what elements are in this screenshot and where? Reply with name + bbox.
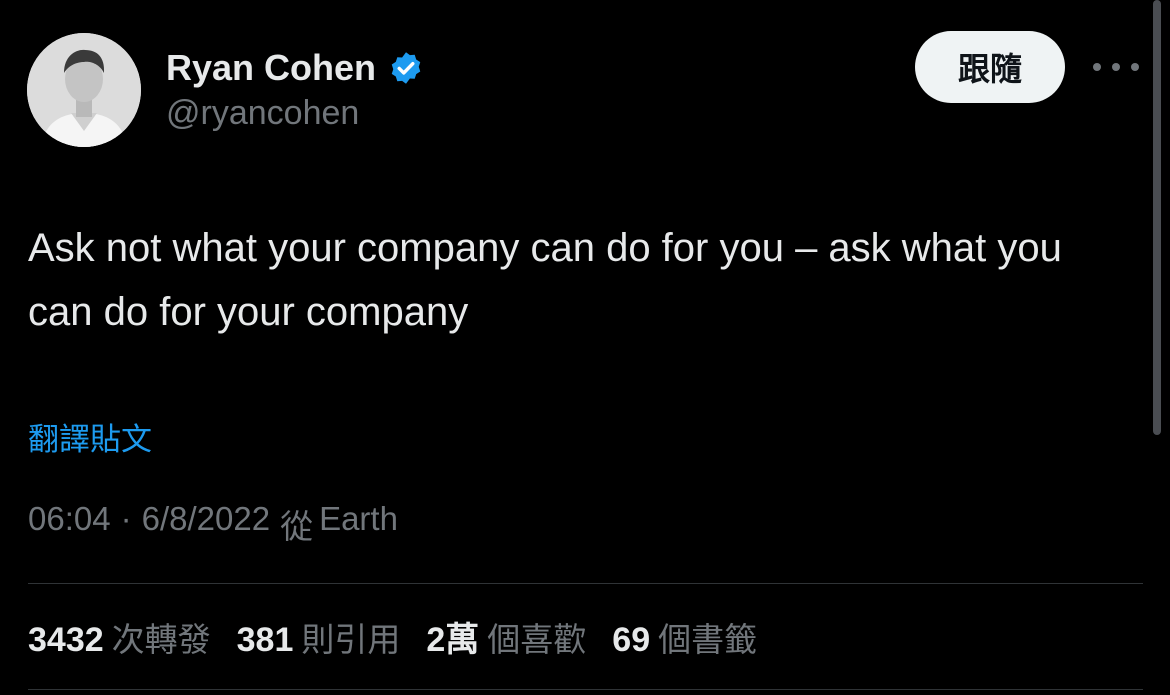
tweet-meta: 06:04 · 6/8/2022 從 Earth [28,500,398,548]
engagement-stats: 3432 次轉發 381 則引用 2萬 個喜歡 69 個書籤 [28,612,783,661]
tweet-date[interactable]: 6/8/2022 [142,500,270,548]
scrollbar[interactable] [1153,0,1161,435]
profile-photo-icon [27,33,141,147]
tweet-time[interactable]: 06:04 [28,500,111,548]
bookmarks-count: 69 [612,621,651,659]
avatar[interactable] [27,33,141,147]
likes-count: 2萬 [426,621,480,659]
divider [28,689,1143,690]
retweets-label: 次轉發 [111,620,211,659]
follow-button[interactable]: 跟隨 [915,31,1065,103]
author-handle[interactable]: @ryancohen [166,94,359,133]
quotes-count: 381 [236,621,294,659]
retweets-count: 3432 [28,621,104,659]
source-prefix: 從 [280,507,314,546]
tweet-text: Ask not what your company can do for you… [28,226,1062,334]
more-horizontal-icon[interactable] [1093,52,1139,82]
likes-label: 個喜歡 [487,620,587,659]
meta-separator: · [120,500,132,537]
likes-stat[interactable]: 2萬 個喜歡 [426,612,586,661]
translate-post-link[interactable]: 翻譯貼文 [28,414,152,459]
verified-badge-icon[interactable] [388,50,424,86]
quotes-stat[interactable]: 381 則引用 [237,613,401,661]
quotes-label: 則引用 [301,620,401,659]
tweet-source: Earth [319,500,398,537]
retweets-stat[interactable]: 3432 次轉發 [28,613,211,661]
bookmarks-stat[interactable]: 69 個書籤 [612,613,757,661]
author-name[interactable]: Ryan Cohen [166,47,376,89]
bookmarks-label: 個書籤 [658,620,758,659]
divider [28,583,1143,584]
